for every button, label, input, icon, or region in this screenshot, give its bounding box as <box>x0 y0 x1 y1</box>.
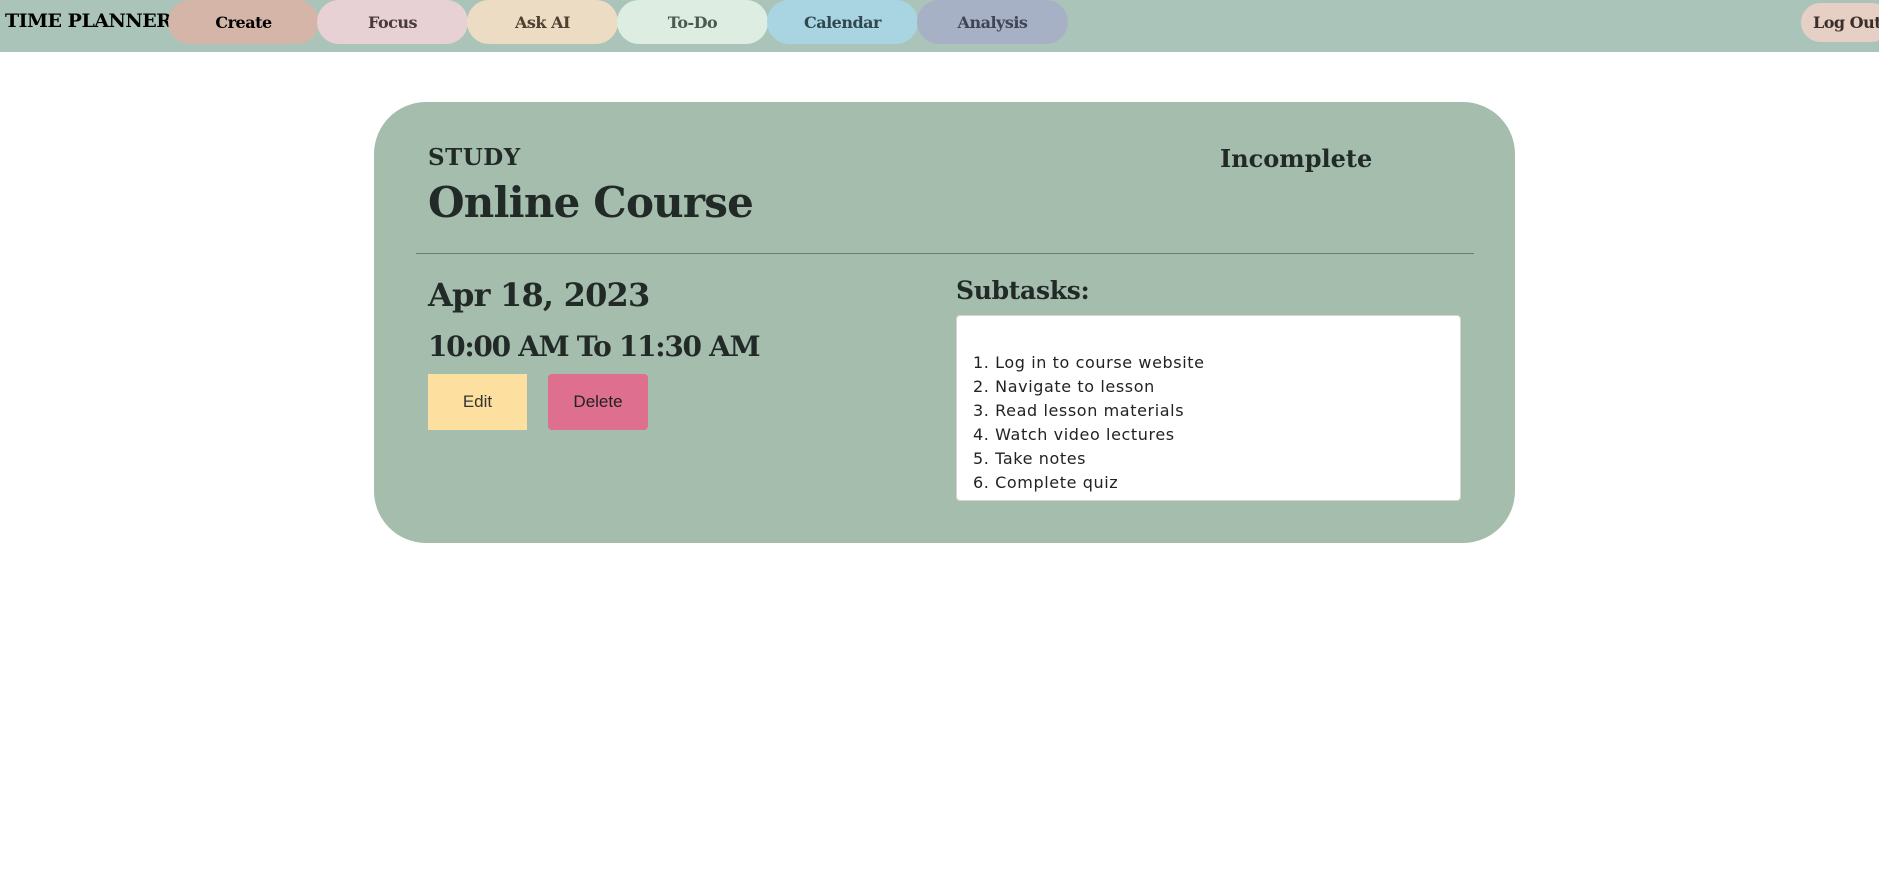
task-category: STUDY <box>428 144 521 171</box>
logout-button[interactable]: Log Out <box>1801 3 1879 42</box>
logout-label: Log Out <box>1813 13 1879 32</box>
task-time-range: 10:00 AM To 11:30 AM <box>428 330 761 363</box>
edit-button[interactable]: Edit <box>428 374 527 430</box>
subtask-item: 2. Navigate to lesson <box>973 377 1155 396</box>
nav-tab-create-label: Create <box>215 12 272 32</box>
nav-tab-analysis[interactable]: Analysis <box>917 0 1068 44</box>
subtask-item: 4. Watch video lectures <box>973 425 1175 444</box>
subtask-item: 1. Log in to course website <box>973 353 1205 372</box>
nav-tab-calendar[interactable]: Calendar <box>767 0 918 44</box>
subtask-item: 5. Take notes <box>973 449 1087 468</box>
subtask-item: 6. Complete quiz <box>973 473 1119 492</box>
subtasks-heading: Subtasks: <box>956 276 1090 305</box>
nav-tab-todo[interactable]: To-Do <box>617 0 768 44</box>
nav-tab-focus[interactable]: Focus <box>317 0 468 44</box>
nav-tab-create[interactable]: Create <box>168 0 319 44</box>
delete-button[interactable]: Delete <box>548 374 648 430</box>
task-status: Incomplete <box>1220 144 1373 173</box>
card-divider <box>416 253 1474 254</box>
top-navbar: TIME PLANNER Create Focus Ask AI To-Do C… <box>0 0 1879 52</box>
nav-tab-calendar-label: Calendar <box>804 12 881 32</box>
nav-tab-ask-ai[interactable]: Ask AI <box>467 0 618 44</box>
task-card: STUDY Online Course Incomplete Apr 18, 2… <box>374 102 1515 543</box>
nav-tab-focus-label: Focus <box>367 12 418 32</box>
nav-tab-analysis-label: Analysis <box>957 12 1028 32</box>
task-title: Online Course <box>428 178 754 227</box>
nav-tab-todo-label: To-Do <box>667 12 718 32</box>
subtask-item: 3. Read lesson materials <box>973 401 1185 420</box>
task-date: Apr 18, 2023 <box>428 276 650 314</box>
subtasks-box: 1. Log in to course website 2. Navigate … <box>956 315 1461 501</box>
nav-tab-ask-ai-label: Ask AI <box>515 12 570 32</box>
brand-logo[interactable]: TIME PLANNER <box>5 10 172 32</box>
